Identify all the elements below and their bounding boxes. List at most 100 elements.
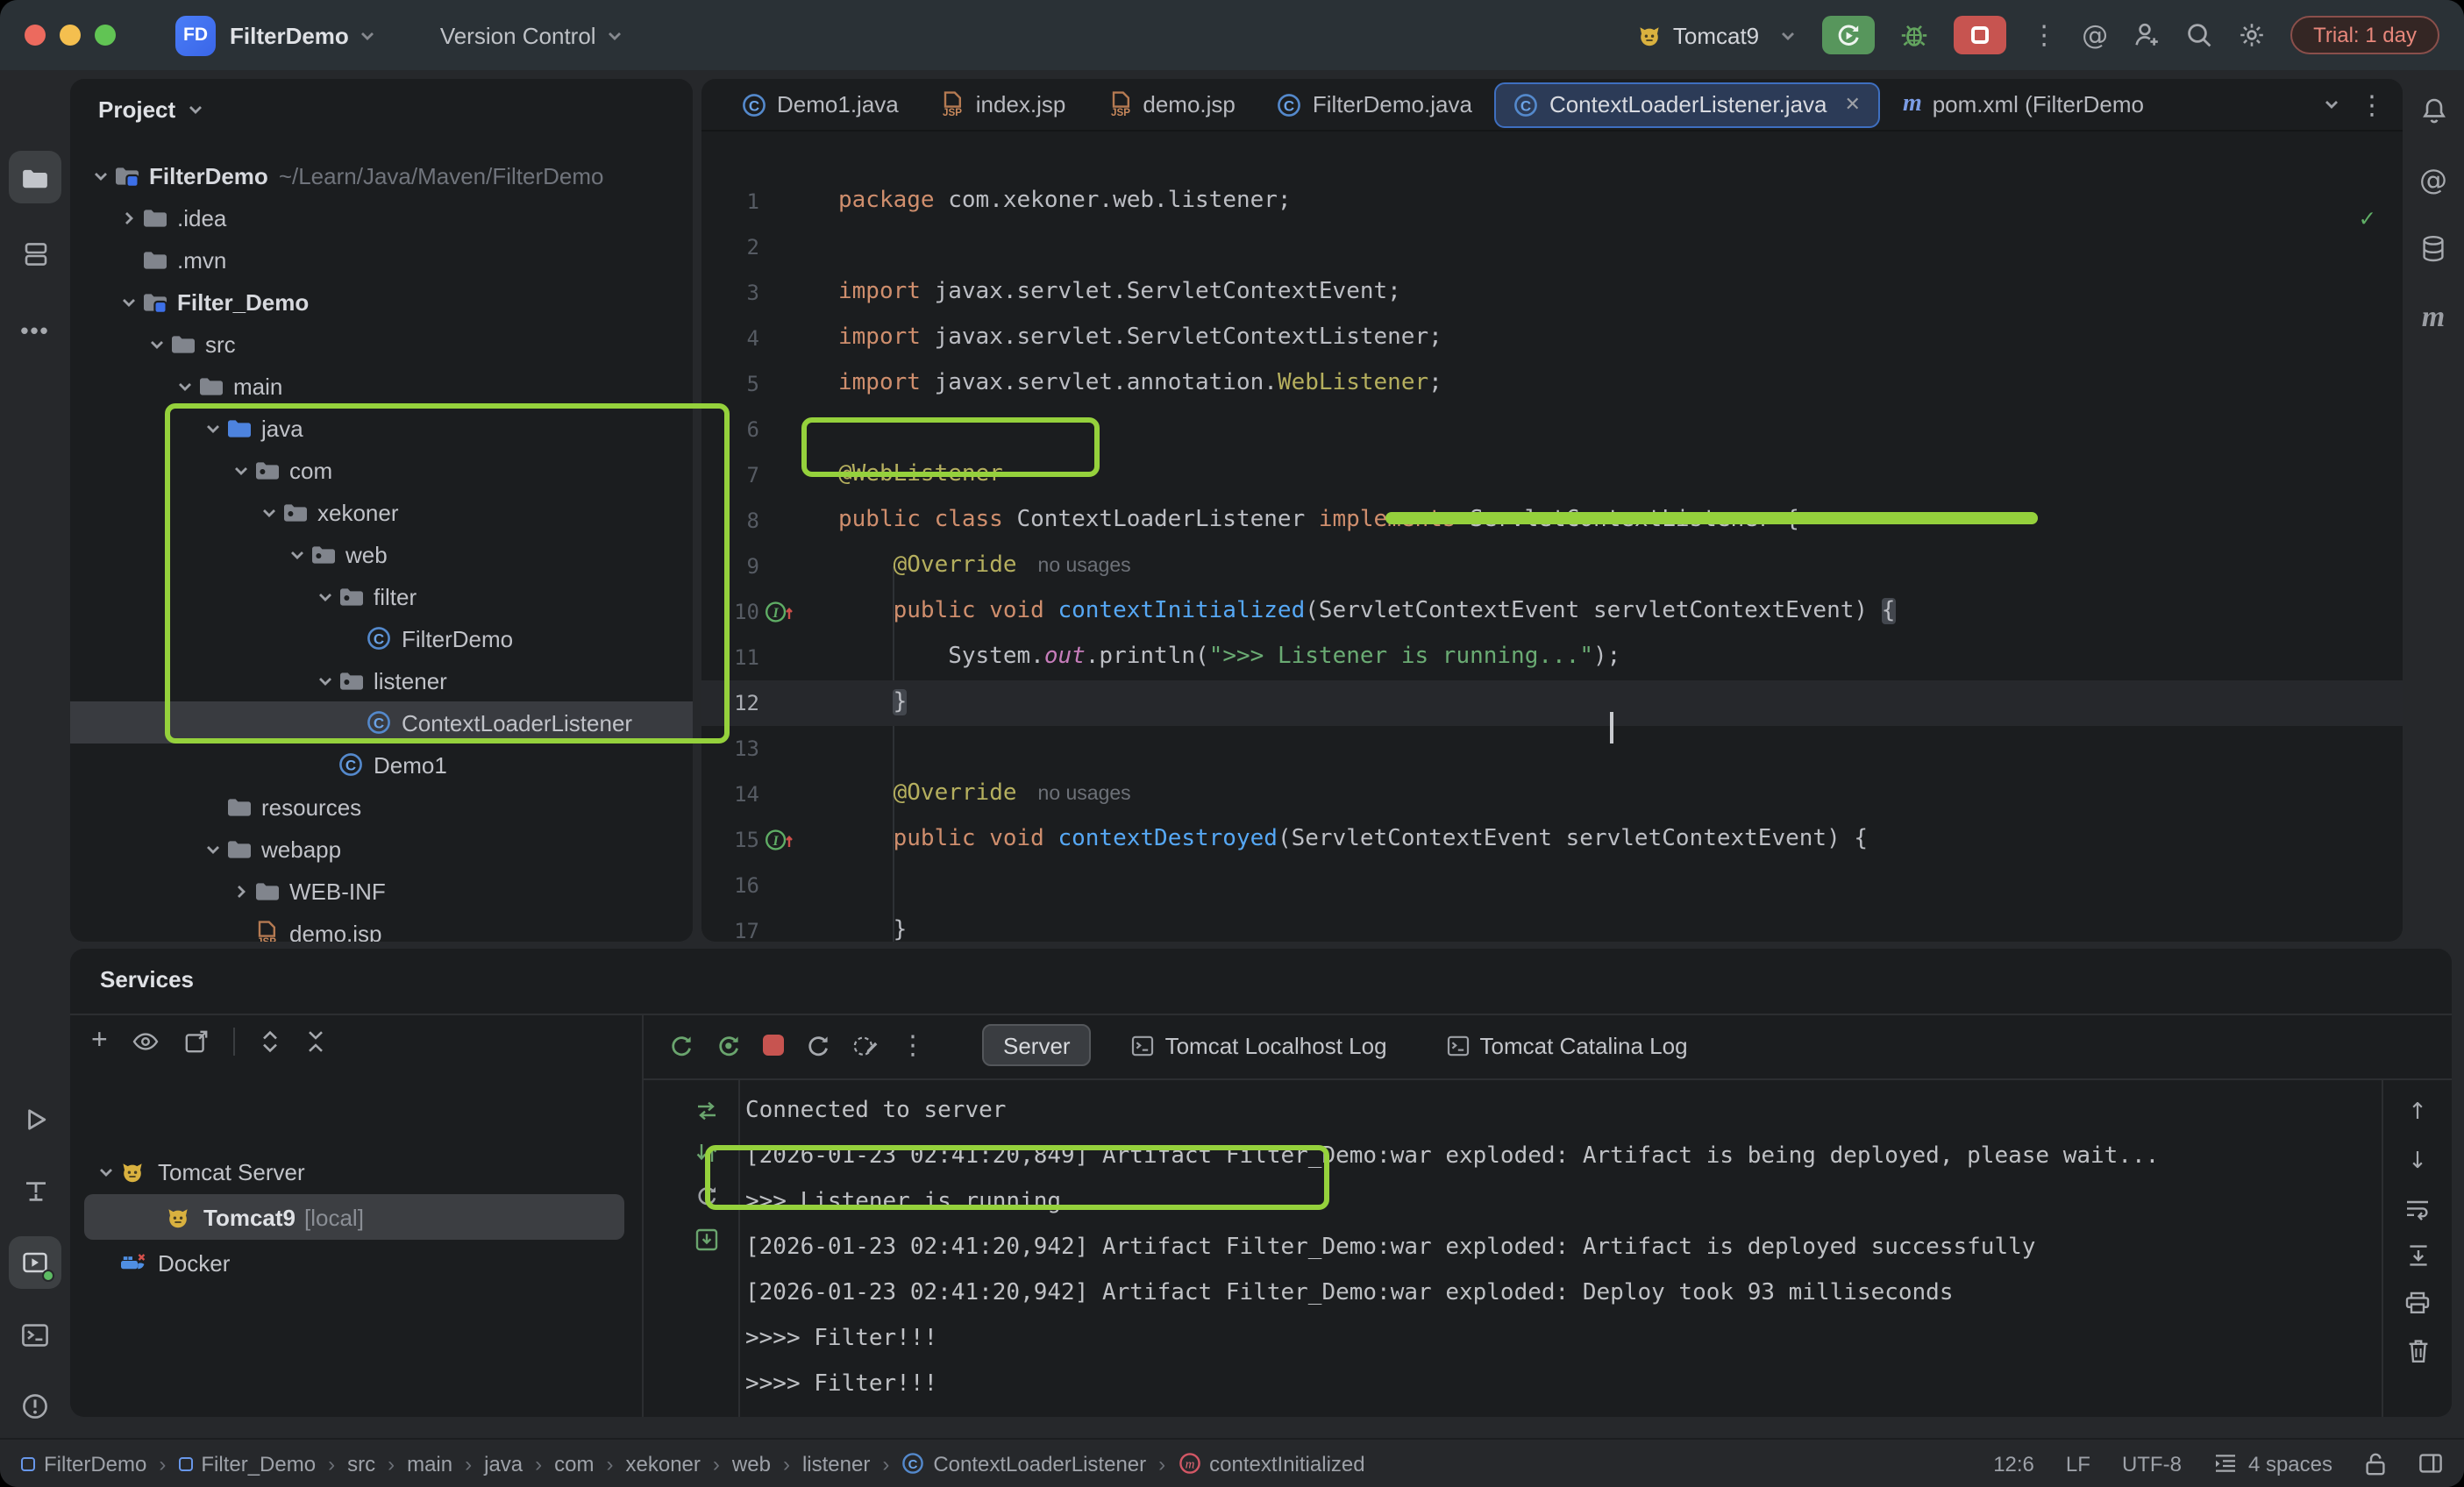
edit-configuration-button[interactable] — [852, 1032, 879, 1058]
tree-chevron-icon[interactable] — [312, 587, 338, 606]
inspection-ok-icon[interactable]: ✓ — [2360, 205, 2375, 233]
terminal-tool-button[interactable] — [9, 1308, 61, 1361]
ai-assistant-icon[interactable]: @ — [2082, 19, 2108, 51]
stop-button[interactable] — [1954, 16, 2006, 54]
project-tool-button[interactable] — [9, 151, 61, 203]
tree-item-java[interactable]: java — [70, 407, 693, 449]
tree-item-listener[interactable]: listener — [70, 659, 693, 701]
code-line-2[interactable]: 2 — [701, 224, 2403, 270]
breadcrumb-xekoner[interactable]: xekoner — [626, 1451, 701, 1476]
override-icon[interactable]: I — [765, 600, 794, 624]
expand-all-button[interactable] — [260, 1029, 281, 1054]
reload-button[interactable] — [694, 1184, 719, 1208]
code-line-15[interactable]: 15I public void contextDestroyed(Servlet… — [701, 817, 2403, 863]
search-icon[interactable] — [2185, 21, 2213, 49]
problems-tool-button[interactable] — [9, 1380, 61, 1433]
tree-item-filter-demo[interactable]: Filter_Demo — [70, 281, 693, 323]
build-tool-button[interactable] — [9, 1164, 61, 1217]
breadcrumb-filter-demo[interactable]: Filter_Demo — [178, 1451, 316, 1476]
tree-chevron-icon[interactable] — [200, 418, 226, 438]
line-ending[interactable]: LF — [2066, 1451, 2090, 1476]
tree-chevron-icon[interactable] — [312, 671, 338, 690]
code-line-16[interactable]: 16 — [701, 863, 2403, 908]
tree-chevron-icon[interactable] — [228, 460, 254, 480]
code-line-6[interactable]: 6 — [701, 407, 2403, 452]
tree-item-xekoner[interactable]: xekoner — [70, 491, 693, 533]
tree-item-filter[interactable]: filter — [70, 575, 693, 617]
console-output[interactable]: Connected to server[2026-01-23 02:41:20,… — [745, 1078, 2354, 1417]
more-tool-windows-button[interactable]: ••• — [9, 303, 61, 356]
code-line-5[interactable]: 5import javax.servlet.annotation.WebList… — [701, 361, 2403, 407]
tree-chevron-icon[interactable] — [284, 544, 310, 564]
tree-item-contextloaderlistener[interactable]: CContextLoaderListener — [70, 701, 693, 744]
breadcrumb-com[interactable]: com — [554, 1451, 594, 1476]
add-user-icon[interactable] — [2133, 21, 2161, 49]
code-line-10[interactable]: 10I public void contextInitialized(Servl… — [701, 589, 2403, 635]
settings-gear-icon[interactable] — [2238, 21, 2266, 49]
tree-chevron-icon[interactable] — [200, 839, 226, 858]
connect-arrows-button[interactable] — [694, 1099, 719, 1122]
tree-chevron-icon[interactable] — [116, 292, 142, 311]
clear-console-button[interactable] — [2405, 1338, 2430, 1364]
code-line-12[interactable]: 12 } — [701, 680, 2403, 726]
layout-icon[interactable] — [2418, 1452, 2443, 1475]
tree-item-demo1[interactable]: CDemo1 — [70, 744, 693, 786]
tree-chevron-icon[interactable] — [88, 166, 114, 185]
console-tab-tomcat-localhost-log[interactable]: Tomcat Localhost Log — [1113, 1024, 1406, 1066]
more-icon[interactable]: ⋮ — [2031, 19, 2057, 51]
tab-filterdemo-java[interactable]: CFilterDemo.java — [1258, 82, 1492, 127]
soft-wrap-button[interactable] — [2404, 1198, 2431, 1220]
collapse-all-button[interactable] — [306, 1029, 327, 1054]
breadcrumb-main[interactable]: main — [407, 1451, 452, 1476]
console-tab-tomcat-catalina-log[interactable]: Tomcat Catalina Log — [1428, 1024, 1707, 1066]
tab-demo-jsp[interactable]: JSPdemo.jsp — [1088, 82, 1255, 127]
scroll-to-end-button[interactable] — [2405, 1243, 2430, 1268]
breadcrumb-web[interactable]: web — [732, 1451, 771, 1476]
swap-arrows-button[interactable] — [694, 1142, 719, 1164]
service-tomcat9[interactable]: Tomcat9[local] — [84, 1194, 624, 1240]
debug-button[interactable] — [1899, 21, 1929, 49]
file-encoding[interactable]: UTF-8 — [2122, 1451, 2182, 1476]
tab-pom-xml-filterdemo[interactable]: mpom.xml (FilterDemo — [1884, 82, 2163, 127]
code-line-3[interactable]: 3import javax.servlet.ServletContextEven… — [701, 270, 2403, 316]
breadcrumb-filterdemo[interactable]: FilterDemo — [21, 1451, 146, 1476]
breadcrumb-contextloaderlistener[interactable]: CContextLoaderListener — [901, 1451, 1146, 1476]
breadcrumb-src[interactable]: src — [347, 1451, 375, 1476]
prev-occurrence-button[interactable]: ↑ — [2408, 1099, 2427, 1126]
tree-chevron-icon[interactable] — [172, 376, 198, 395]
indent-setting[interactable]: 4 spaces — [2213, 1451, 2332, 1476]
version-control-menu[interactable]: Version Control — [440, 22, 596, 48]
view-options-button[interactable] — [132, 1031, 160, 1052]
next-occurrence-button[interactable]: ↓ — [2408, 1149, 2427, 1175]
tree-item-main[interactable]: main — [70, 365, 693, 407]
maven-button[interactable]: m — [2408, 291, 2459, 342]
tab-demo1-java[interactable]: CDemo1.java — [723, 82, 918, 127]
unlocked-icon[interactable] — [2364, 1451, 2387, 1476]
ai-assistant-button[interactable]: @ — [2408, 154, 2459, 205]
console-more-button[interactable]: ⋮ — [900, 1029, 926, 1061]
code-line-14[interactable]: 14 @Overrideno usages — [701, 772, 2403, 817]
window-controls[interactable] — [25, 25, 130, 46]
tab-contextloaderlistener-java[interactable]: CContextLoaderListener.java✕ — [1495, 82, 1880, 127]
tree-item-web[interactable]: web — [70, 533, 693, 575]
tree-item-web-inf[interactable]: WEB-INF — [70, 870, 693, 912]
rerun-button[interactable] — [1822, 16, 1875, 54]
rerun-debug-button[interactable] — [716, 1032, 742, 1058]
tree-item--idea[interactable]: .idea — [70, 196, 693, 238]
tree-chevron-icon[interactable] — [116, 208, 142, 227]
database-button[interactable] — [2408, 223, 2459, 274]
stop-server-button[interactable] — [763, 1035, 784, 1056]
project-panel-header[interactable]: Project — [98, 96, 205, 123]
override-icon[interactable]: I — [765, 828, 794, 852]
code-line-9[interactable]: 9 @Overrideno usages — [701, 544, 2403, 589]
import-button[interactable] — [694, 1227, 719, 1252]
tree-chevron-icon[interactable] — [228, 881, 254, 900]
service-tomcat-server[interactable]: Tomcat Server — [70, 1149, 624, 1194]
tree-item-demo-jsp[interactable]: JSPdemo.jsp — [70, 912, 693, 942]
code-line-11[interactable]: 11 System.out.println(">>> Listener is r… — [701, 635, 2403, 680]
code-line-7[interactable]: 7@WebListener — [701, 452, 2403, 498]
minimize-window-icon[interactable] — [60, 25, 81, 46]
run-configuration-selector[interactable]: Tomcat9 — [1636, 22, 1798, 48]
tree-item-com[interactable]: com — [70, 449, 693, 491]
breadcrumb-listener[interactable]: listener — [802, 1451, 870, 1476]
